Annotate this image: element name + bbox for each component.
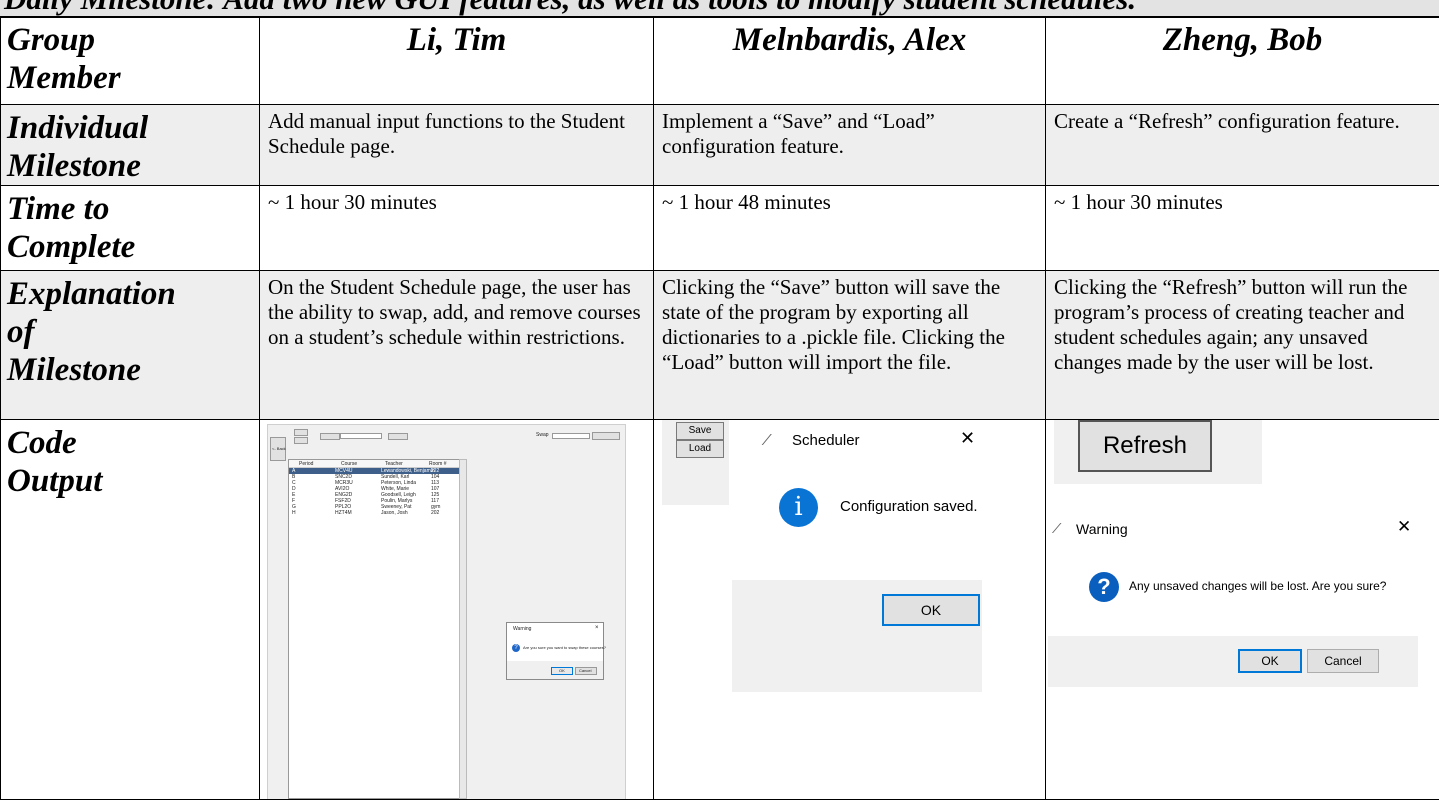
label-code-output: Code Output bbox=[1, 420, 260, 800]
swap-label: Swap bbox=[536, 432, 549, 438]
schedule-cell: H bbox=[292, 510, 296, 516]
row-code-output: Code Output <- Back Swap bbox=[1, 420, 1439, 800]
cancel-button[interactable]: Cancel bbox=[1307, 649, 1379, 673]
milestone-zheng: Create a “Refresh” configuration feature… bbox=[1046, 105, 1439, 186]
schedule-cell: Jason, Josh bbox=[381, 510, 408, 516]
daily-milestone-text: Daily Milestone: Add two new GUI feature… bbox=[4, 0, 1136, 17]
close-icon[interactable]: ✕ bbox=[1397, 517, 1411, 537]
row-time-to-complete: Time to Complete ~ 1 hour 30 minutes ~ 1… bbox=[1, 186, 1439, 271]
time-li: ~ 1 hour 30 minutes bbox=[260, 186, 654, 271]
member-name-melnbardis: Melnbardis, Alex bbox=[654, 17, 1046, 105]
scheduler-dialog: ⁄ Scheduler ✕ i Configuration saved. OK bbox=[732, 420, 982, 692]
member-name-li: Li, Tim bbox=[260, 17, 654, 105]
row-group-member: Group Member Li, Tim Melnbardis, Alex Zh… bbox=[1, 17, 1439, 105]
label-group-member: Group Member bbox=[1, 17, 260, 105]
feather-icon: ⁄ bbox=[766, 432, 769, 450]
tiny-warning-dialog: Warning × ? Are you sure you want to swa… bbox=[506, 622, 604, 680]
milestone-melnbardis: Implement a “Save” and “Load” configurat… bbox=[654, 105, 1046, 186]
feather-icon: ⁄ bbox=[1056, 520, 1059, 537]
tiny-button-1[interactable] bbox=[294, 429, 308, 436]
dialog-message: Configuration saved. bbox=[840, 498, 978, 515]
question-icon: ? bbox=[1089, 572, 1119, 602]
tiny-button-4[interactable] bbox=[388, 433, 408, 440]
time-zheng: ~ 1 hour 30 minutes bbox=[1046, 186, 1439, 271]
warning-title: Warning bbox=[1076, 521, 1128, 537]
tiny-entry[interactable] bbox=[340, 433, 382, 439]
question-icon: ? bbox=[512, 644, 520, 652]
info-icon: i bbox=[779, 488, 818, 527]
explanation-zheng: Clicking the “Refresh” button will run t… bbox=[1046, 271, 1439, 420]
schedule-list[interactable]: Period Course Teacher Room # AMCV4ULewan… bbox=[288, 459, 460, 799]
tiny-cancel-button[interactable]: Cancel bbox=[575, 667, 597, 675]
swap-entry[interactable] bbox=[552, 433, 590, 439]
explanation-melnbardis: Clicking the “Save” button will save the… bbox=[654, 271, 1046, 420]
list-scrollbar[interactable] bbox=[459, 459, 467, 799]
ok-button[interactable]: OK bbox=[1238, 649, 1302, 673]
output-li: <- Back Swap Period Course Teacher bbox=[260, 420, 654, 800]
ok-button[interactable]: OK bbox=[882, 594, 980, 626]
load-button[interactable]: Load bbox=[676, 440, 724, 458]
row-individual-milestone: Individual Milestone Add manual input fu… bbox=[1, 105, 1439, 186]
schedule-cell: 202 bbox=[431, 510, 439, 516]
save-load-panel: Save Load bbox=[662, 420, 729, 505]
warning-dialog: ⁄ Warning ✕ ? Any unsaved changes will b… bbox=[1048, 509, 1418, 759]
label-time-to-complete: Time to Complete bbox=[1, 186, 260, 271]
time-melnbardis: ~ 1 hour 48 minutes bbox=[654, 186, 1046, 271]
warning-message: Any unsaved changes will be lost. Are yo… bbox=[1129, 579, 1386, 593]
dialog-title: Scheduler bbox=[792, 432, 860, 449]
save-button[interactable]: Save bbox=[676, 422, 724, 440]
output-melnbardis: Save Load ⁄ Scheduler ✕ i Configuration … bbox=[654, 420, 1046, 800]
member-name-zheng: Zheng, Bob bbox=[1046, 17, 1439, 105]
close-icon[interactable]: ✕ bbox=[960, 428, 975, 449]
schedule-cell: HZT4M bbox=[335, 510, 352, 516]
label-individual-milestone: Individual Milestone bbox=[1, 105, 260, 186]
swap-button[interactable] bbox=[592, 432, 620, 440]
tiny-ok-button[interactable]: OK bbox=[551, 667, 573, 675]
refresh-panel: Refresh bbox=[1054, 420, 1262, 484]
tiny-button-3[interactable] bbox=[320, 433, 340, 440]
tiny-button-2[interactable] bbox=[294, 437, 308, 444]
student-schedule-screenshot: <- Back Swap Period Course Teacher bbox=[267, 424, 626, 799]
refresh-button[interactable]: Refresh bbox=[1078, 420, 1212, 472]
label-explanation: Explanation of Milestone bbox=[1, 271, 260, 420]
milestone-table: Group Member Li, Tim Melnbardis, Alex Zh… bbox=[0, 16, 1439, 800]
output-zheng: Refresh ⁄ Warning ✕ ? Any unsaved change… bbox=[1046, 420, 1439, 800]
row-explanation: Explanation of Milestone On the Student … bbox=[1, 271, 1439, 420]
back-button[interactable]: <- Back bbox=[270, 437, 286, 461]
milestone-li: Add manual input functions to the Studen… bbox=[260, 105, 654, 186]
explanation-li: On the Student Schedule page, the user h… bbox=[260, 271, 654, 420]
